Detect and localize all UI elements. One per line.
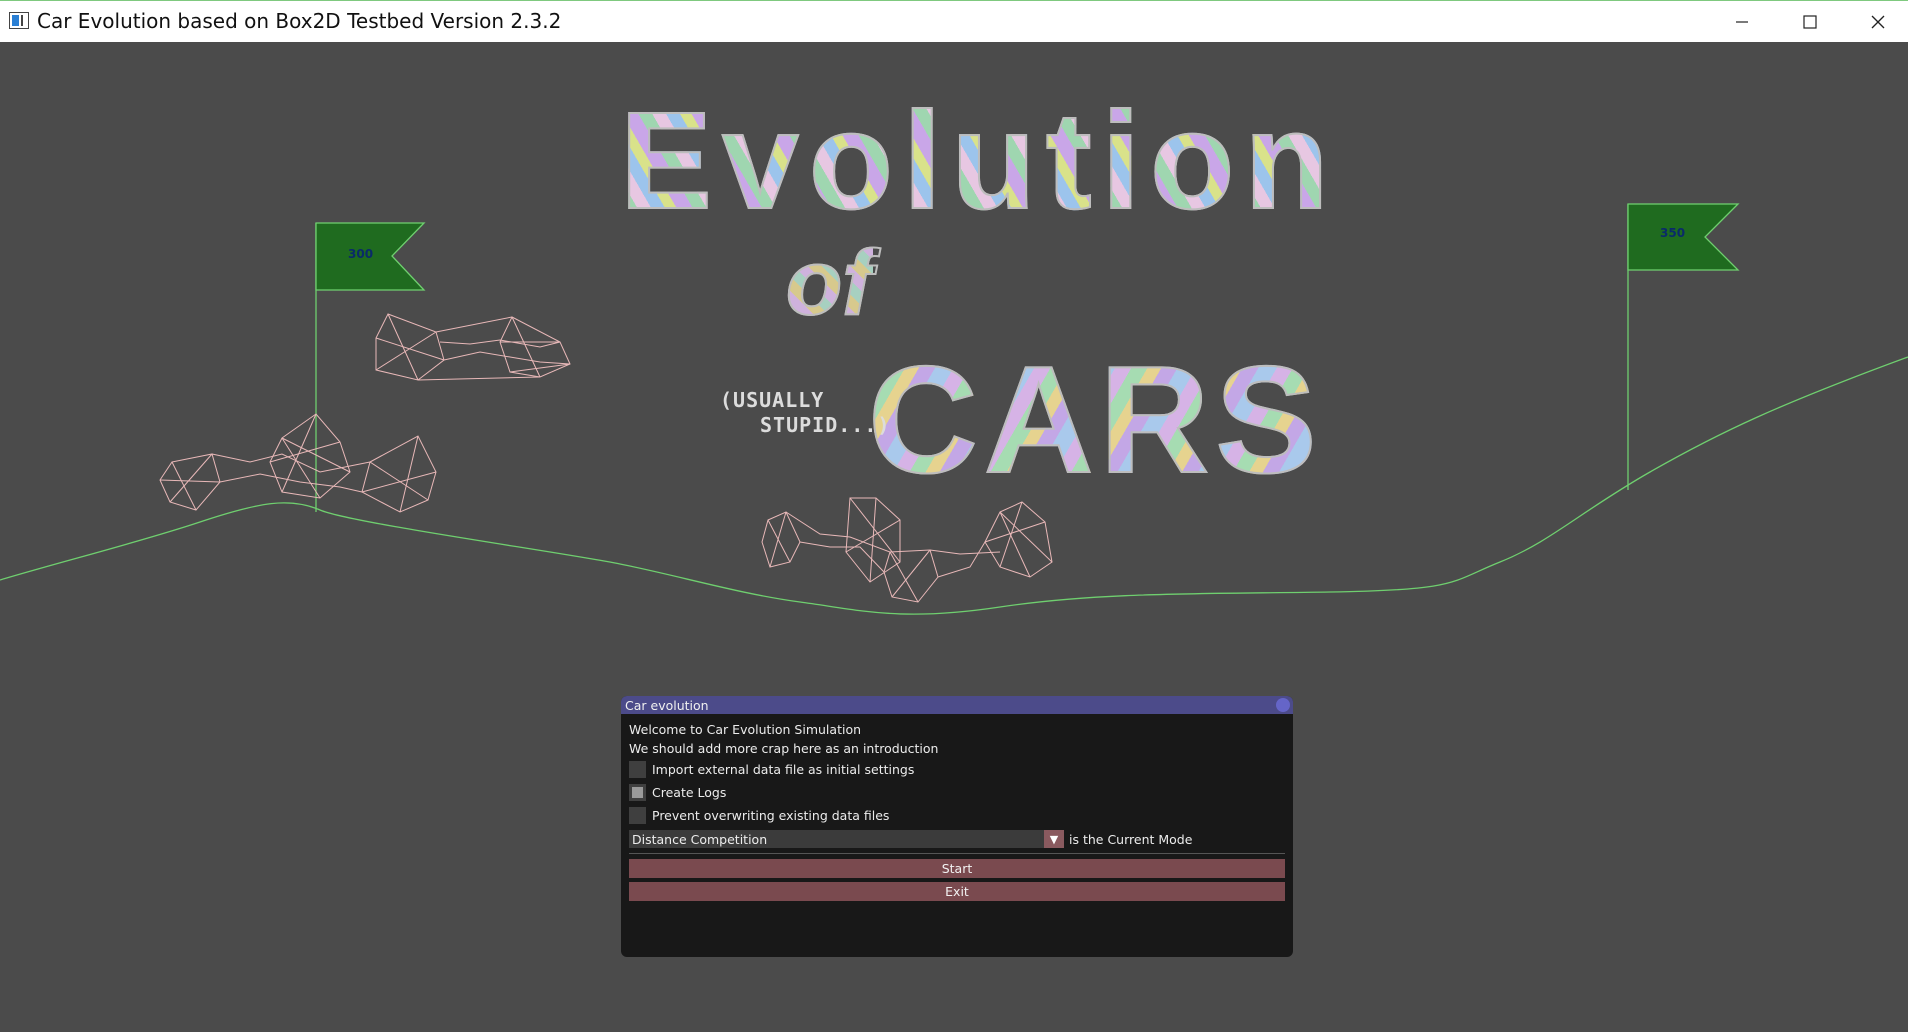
create-logs-checkbox[interactable] [629,784,646,801]
import-data-checkbox[interactable] [629,761,646,778]
close-button[interactable] [1844,1,1908,42]
mode-row: Distance Competition ▼ is the Current Mo… [629,827,1285,851]
intro-text: We should add more crap here as an intro… [629,741,939,756]
option-label: Import external data file as initial set… [652,762,915,777]
car-evolution-panel: Car evolution Welcome to Car Evolution S… [621,696,1293,957]
window-title: Car Evolution based on Box2D Testbed Ver… [37,9,562,33]
exit-button[interactable]: Exit [629,882,1285,901]
logo-of: of [785,232,874,334]
option-prevent-overwrite[interactable]: Prevent overwriting existing data files [629,804,1285,827]
option-label: Prevent overwriting existing data files [652,808,890,823]
app-icon [9,12,29,29]
panel-title: Car evolution [625,697,709,713]
car-wireframe [375,313,571,381]
mode-dropdown[interactable]: Distance Competition ▼ [629,830,1064,848]
prevent-overwrite-checkbox[interactable] [629,807,646,824]
option-import-data[interactable]: Import external data file as initial set… [629,758,1285,781]
dropdown-arrow-icon[interactable]: ▼ [1044,830,1064,848]
maximize-button[interactable] [1776,1,1844,42]
logo-tagline: (USUALLY STUPID...) [720,388,890,438]
logo-tagline-line1: (USUALLY [720,388,825,412]
panel-header[interactable]: Car evolution [621,696,1293,714]
minimize-button[interactable] [1708,1,1776,42]
mode-suffix: is the Current Mode [1069,831,1193,847]
start-button[interactable]: Start [629,859,1285,878]
logo-tagline-line2: STUPID...) [760,413,891,437]
option-label: Create Logs [652,785,727,800]
car-wireframe [159,413,437,513]
flag-label-300: 300 [348,247,374,261]
mode-selected: Distance Competition [632,831,768,847]
maximize-icon [1803,14,1817,29]
title-bar: Car Evolution based on Box2D Testbed Ver… [0,0,1908,42]
option-create-logs[interactable]: Create Logs [629,781,1285,804]
welcome-text: Welcome to Car Evolution Simulation [629,722,862,737]
logo-evolution: Evolution [619,84,1339,238]
collapse-icon[interactable] [1276,698,1290,712]
separator [629,853,1285,854]
minimize-icon [1736,20,1748,23]
close-icon [1871,15,1885,28]
flag-label-350: 350 [1660,226,1686,240]
logo-cars: CARS [867,335,1323,505]
car-wireframe [761,497,1053,603]
